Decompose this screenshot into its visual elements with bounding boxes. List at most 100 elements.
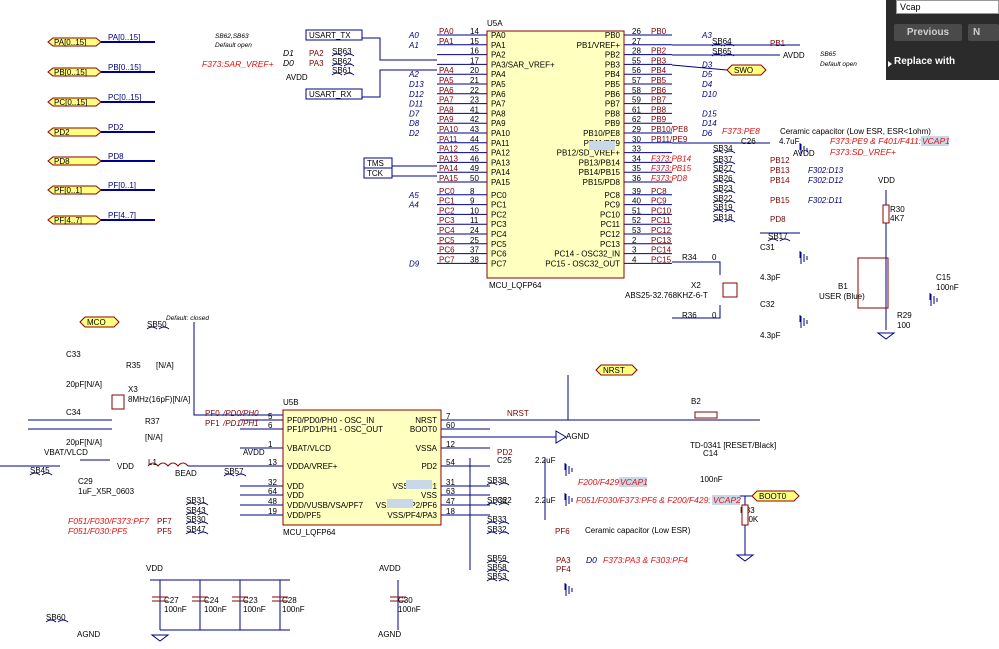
solder-bridge-label: SB53 bbox=[487, 572, 507, 581]
annotation: 4.3pF bbox=[760, 331, 781, 340]
crystal-x3[interactable] bbox=[111, 394, 125, 410]
pin-name: VDD/PF5 bbox=[287, 511, 321, 520]
pin-name: PA8 bbox=[491, 109, 506, 118]
annotation: PF0 bbox=[205, 409, 220, 418]
pin-number: 64 bbox=[268, 487, 277, 496]
annotation: PF6 bbox=[555, 527, 570, 536]
arduino-label: D3 bbox=[702, 60, 713, 69]
pin-name: PA6 bbox=[491, 90, 506, 99]
pin-net: PA6 bbox=[439, 86, 454, 95]
arduino-label: D9 bbox=[409, 259, 420, 268]
pin-name: PB0 bbox=[605, 31, 621, 40]
wire bbox=[672, 261, 721, 275]
pin-name: PF1/PD1/PH1 - OSC_OUT bbox=[287, 425, 383, 434]
annotation: Default open bbox=[820, 61, 857, 68]
pin-number: 55 bbox=[632, 56, 641, 65]
pin-number: 20 bbox=[470, 66, 479, 75]
pin-number: 58 bbox=[632, 86, 641, 95]
pin-number: 33 bbox=[632, 145, 641, 154]
pin-name: PC12 bbox=[600, 230, 621, 239]
net-label: TCK bbox=[367, 169, 384, 178]
arduino-label: A0 bbox=[408, 31, 419, 40]
annotation: [N/A] bbox=[156, 361, 174, 370]
port-label: PD8 bbox=[54, 157, 70, 166]
u5b-ref: U5B bbox=[283, 398, 299, 407]
pin-net: PA11 bbox=[439, 135, 458, 144]
port-label: PB[0..15] bbox=[54, 68, 87, 77]
pin-name: PC9 bbox=[604, 201, 620, 210]
pin-net: PA2 bbox=[309, 49, 324, 58]
pin-number: 36 bbox=[632, 174, 641, 183]
expand-caret-icon[interactable] bbox=[888, 61, 892, 67]
annotation: [N/A] bbox=[145, 433, 163, 442]
pin-net: F373:PD8 bbox=[651, 174, 688, 183]
annotation: 2.2uF bbox=[535, 456, 556, 465]
pin-name: PC10 bbox=[600, 210, 621, 219]
annotation: X3 bbox=[128, 385, 138, 394]
annotation: 100nF bbox=[204, 605, 227, 614]
annotation: C34 bbox=[66, 408, 81, 417]
pin-name: VDD bbox=[287, 482, 304, 491]
annotation: C15 bbox=[936, 273, 951, 282]
port-label: PD2 bbox=[54, 128, 70, 137]
pin-net: PC9 bbox=[651, 197, 667, 206]
pin-net: F373:PB15 bbox=[651, 164, 692, 173]
solder-bridge-label: SB60 bbox=[46, 613, 66, 622]
pin-name: PB4 bbox=[605, 70, 621, 79]
solder-bridge-label: SB47 bbox=[186, 525, 206, 534]
pin-name: PB5 bbox=[605, 80, 621, 89]
solder-bridge-label: SB64 bbox=[712, 37, 732, 46]
pin-name: PB13/PB14 bbox=[579, 158, 621, 167]
pin-number: 14 bbox=[470, 27, 479, 36]
pin-number: 11 bbox=[470, 216, 479, 225]
search-highlight bbox=[406, 480, 432, 489]
pin-name: PD2 bbox=[421, 462, 437, 471]
ground-icon bbox=[564, 583, 573, 596]
pin-name: PC6 bbox=[491, 250, 507, 259]
u5b-name: MCU_LQFP64 bbox=[283, 528, 336, 537]
solder-bridge-label: SB50 bbox=[147, 320, 167, 329]
annotation: AGND bbox=[77, 630, 100, 639]
find-previous-button[interactable]: Previous bbox=[894, 24, 962, 41]
annotation: NRST bbox=[507, 409, 529, 418]
solder-bridge-label: SB38 bbox=[487, 476, 507, 485]
pin-name: PC0 bbox=[491, 191, 507, 200]
annotation: PB13 bbox=[770, 166, 790, 175]
arduino-label: A5 bbox=[408, 191, 419, 200]
pin-name: PB8 bbox=[605, 109, 621, 118]
annotation: PB12 bbox=[770, 156, 790, 165]
pin-name: BOOT0 bbox=[410, 425, 438, 434]
annotation: SB65 bbox=[820, 51, 836, 58]
pin-number: 3 bbox=[632, 246, 637, 255]
pin-name: PB2 bbox=[605, 51, 621, 60]
pin-name: PA0 bbox=[491, 31, 506, 40]
pin-number: 2 bbox=[632, 236, 637, 245]
pin-number: 9 bbox=[470, 197, 475, 206]
pin-number: 5 bbox=[268, 412, 273, 421]
annotation: C33 bbox=[66, 350, 81, 359]
pin-name: PA12 bbox=[491, 149, 511, 158]
solder-bridge-label: SB19 bbox=[713, 203, 733, 212]
pin-number: 52 bbox=[632, 216, 641, 225]
arduino-label: D12 bbox=[409, 90, 424, 99]
pin-net: PA8 bbox=[439, 105, 454, 114]
annotation: AVDD bbox=[379, 564, 401, 573]
solder-bridge-label: SB63 bbox=[332, 47, 352, 56]
pin-number: 48 bbox=[268, 497, 277, 506]
schematic-canvas: PA[0..15] PA[0..15] PB[0..15] PB[0..15] PC[0… bbox=[0, 0, 999, 644]
resistor-r33[interactable] bbox=[741, 504, 749, 526]
crystal-x2[interactable] bbox=[722, 282, 738, 298]
find-next-button[interactable]: N bbox=[968, 24, 999, 41]
resistor-r30[interactable] bbox=[882, 204, 890, 224]
pin-number: 27 bbox=[632, 37, 641, 46]
reset-button[interactable] bbox=[694, 411, 718, 419]
annotation: PB14 bbox=[770, 176, 790, 185]
pin-net: PA0 bbox=[439, 27, 454, 36]
replace-with-toggle[interactable]: Replace with bbox=[894, 56, 955, 67]
solder-bridge-label: SB45 bbox=[30, 466, 50, 475]
pin-net: PC14 bbox=[651, 246, 672, 255]
solder-bridge-label: SB18 bbox=[713, 213, 733, 222]
arduino-label: D2 bbox=[409, 129, 420, 138]
pin-net: PC1 bbox=[439, 197, 455, 206]
find-input[interactable] bbox=[896, 0, 999, 14]
